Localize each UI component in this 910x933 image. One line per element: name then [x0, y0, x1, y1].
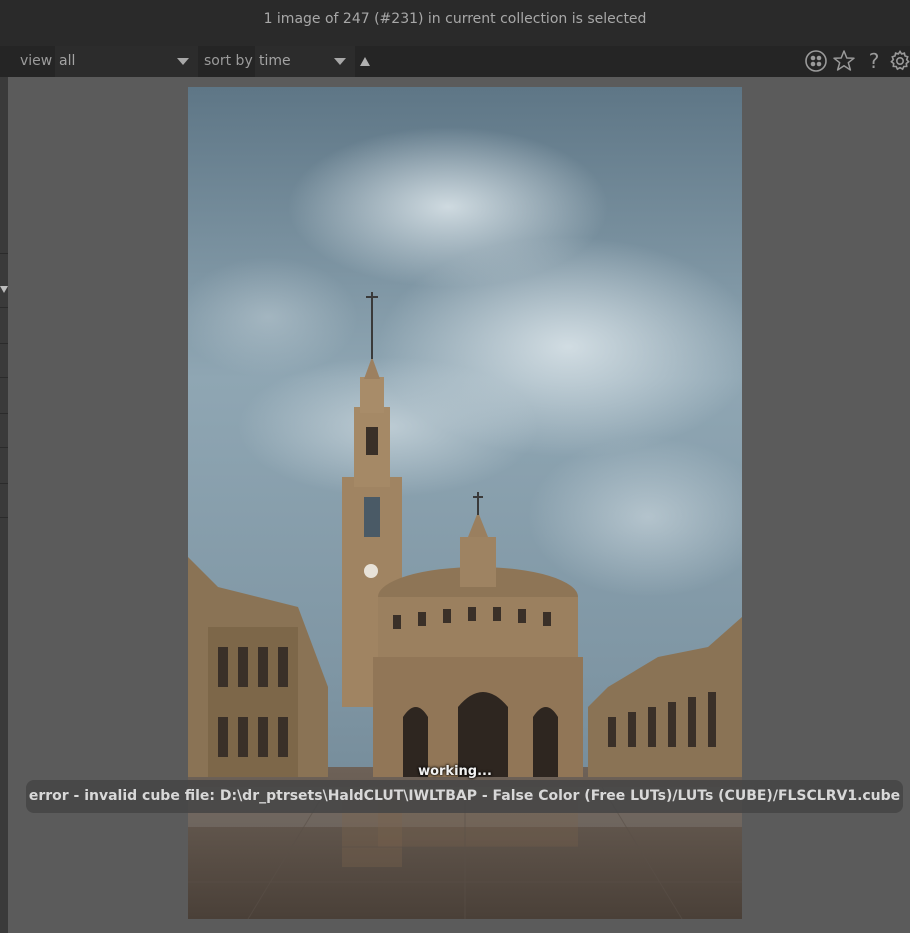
view-dropdown[interactable]: all — [55, 46, 198, 77]
help-icon[interactable]: ? — [862, 49, 886, 73]
divider — [0, 483, 8, 484]
error-toast: error - invalid cube file: D:\dr_ptrsets… — [26, 780, 903, 813]
working-message: working... — [418, 764, 492, 779]
sort-by-dropdown-value: time — [259, 53, 291, 69]
view-dropdown-value: all — [59, 53, 76, 69]
divider — [0, 447, 8, 448]
star-icon[interactable] — [832, 49, 856, 73]
divider — [0, 413, 8, 414]
top-header: 1 image of 247 (#231) in current collect… — [0, 0, 910, 46]
sort-by-label: sort by — [204, 53, 253, 69]
left-panel-collapsed-strip[interactable] — [0, 77, 8, 933]
chevron-down-icon — [334, 58, 346, 65]
lighttable-window: 1 image of 247 (#231) in current collect… — [0, 0, 910, 933]
chevron-down-icon — [177, 58, 189, 65]
sort-direction-icon[interactable] — [360, 57, 370, 66]
selection-status-text: 1 image of 247 (#231) in current collect… — [263, 11, 647, 27]
color-labels-icon[interactable] — [804, 49, 828, 73]
divider — [0, 517, 8, 518]
divider — [0, 343, 8, 344]
divider — [0, 307, 8, 308]
divider — [0, 377, 8, 378]
filter-bar: view all sort by time ? — [0, 46, 910, 77]
gear-icon[interactable] — [888, 49, 910, 73]
expand-panel-icon[interactable] — [0, 286, 8, 293]
sort-by-dropdown[interactable]: time — [255, 46, 355, 77]
view-label: view — [20, 53, 53, 69]
divider — [0, 253, 8, 254]
help-glyph: ? — [869, 49, 880, 73]
error-message: error - invalid cube file: D:\dr_ptrsets… — [28, 788, 901, 804]
